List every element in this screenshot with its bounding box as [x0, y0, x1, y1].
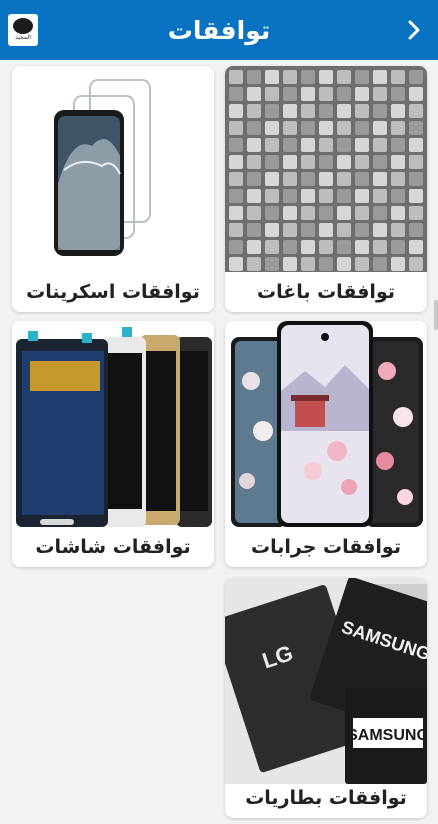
app-bar: المجيد توافقات — [0, 0, 438, 60]
category-card-covers[interactable]: توافقات جرابات — [225, 321, 427, 567]
category-label: توافقات شاشات — [35, 536, 191, 558]
battery-brand-samsung-2: SAMSUNG — [347, 727, 427, 744]
phone-batteries-image: LG SAMSUNG SAMSUNG — [225, 578, 427, 784]
category-label: توافقات باغات — [257, 281, 395, 303]
category-card-lcd-screens[interactable]: توافقات شاشات — [12, 321, 214, 567]
screen-protector-image — [12, 66, 214, 272]
category-card-screen-protectors[interactable]: توافقات اسكرينات — [12, 66, 214, 312]
category-card-cases-stock[interactable]: توافقات باغات — [225, 66, 427, 312]
phone-cases-stock-image — [225, 66, 427, 272]
back-button[interactable] — [396, 12, 432, 48]
category-label: توافقات بطاريات — [245, 787, 407, 809]
scroll-indicator[interactable] — [434, 300, 438, 330]
category-card-batteries[interactable]: LG SAMSUNG SAMSUNG توافقات بطاريات — [225, 578, 427, 818]
lcd-screens-image — [12, 321, 214, 527]
chevron-right-icon — [408, 20, 420, 40]
floral-phone-covers-image — [225, 321, 427, 527]
page-title: توافقات — [167, 15, 271, 45]
category-label: توافقات اسكرينات — [26, 281, 200, 303]
category-label: توافقات جرابات — [251, 536, 401, 558]
